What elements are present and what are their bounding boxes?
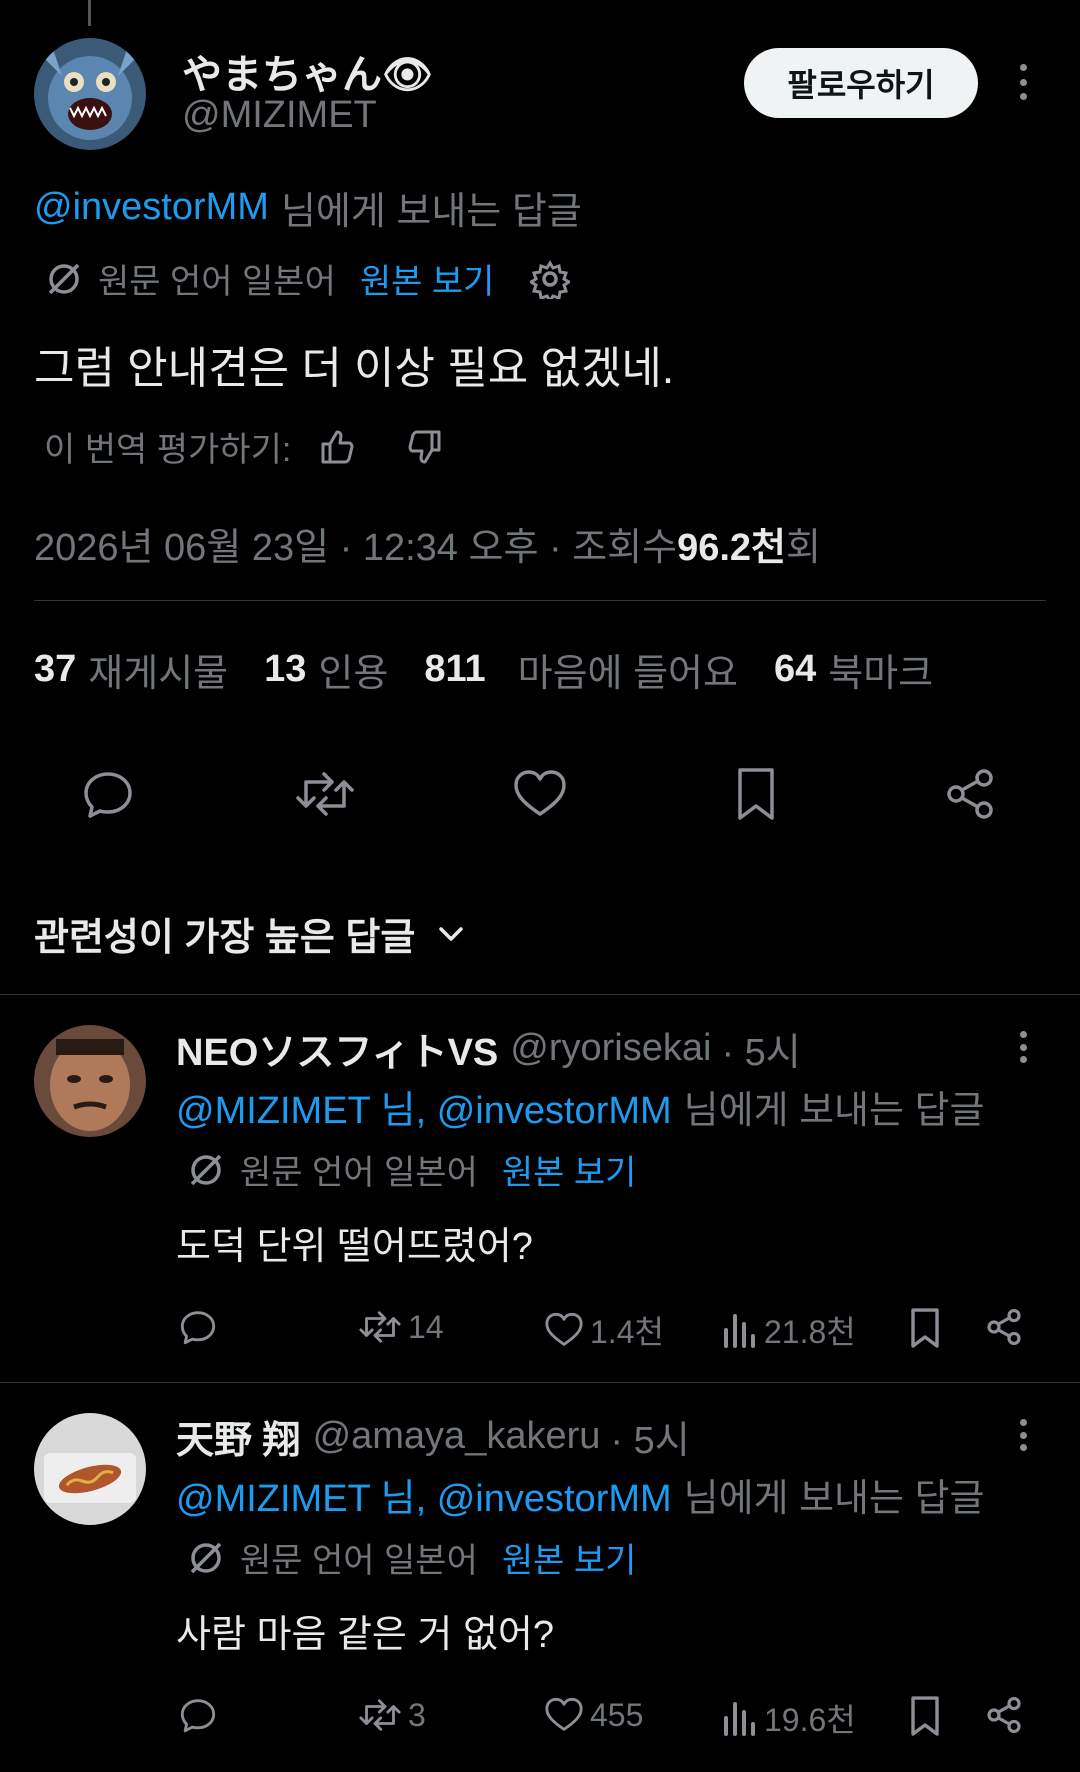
share-icon[interactable] (984, 1695, 1024, 1735)
bookmark-icon[interactable] (908, 1695, 942, 1737)
reply-text: 사람 마음 같은 거 없어? (176, 1614, 555, 1656)
views-icon (722, 1310, 758, 1350)
reply-to-suffix: 님에게 보내는 답글 (280, 191, 582, 233)
reply-author-name[interactable]: NEOソスフィトVS (176, 1021, 498, 1076)
reply-author-name[interactable]: 天野 翔 (176, 1409, 301, 1464)
reply-avatar[interactable] (34, 1025, 146, 1137)
reply-to-suffix: 님에게 보내는 답글 (683, 1090, 985, 1132)
repost-icon (358, 1695, 402, 1735)
reply-to-handles[interactable]: @MIZIMET 님, @investorMM (176, 1467, 672, 1522)
like-button[interactable]: 455 (544, 1695, 643, 1735)
like-icon[interactable] (512, 766, 568, 822)
gear-icon[interactable] (530, 259, 571, 299)
like-icon (544, 1310, 584, 1350)
show-original-link[interactable]: 원본 보기 (502, 1533, 637, 1582)
reply-item[interactable]: 天野 翔 @amaya_kakeru · 5시 @MIZIMET 님, @inv… (0, 1383, 1080, 1772)
translate-icon (44, 259, 84, 299)
like-count: 1.4천 (590, 1314, 664, 1350)
repost-icon[interactable] (294, 766, 356, 822)
reply-to-suffix: 님에게 보내는 답글 (683, 1478, 985, 1520)
repost-count: 3 (408, 1696, 426, 1733)
reply-header: 天野 翔 @amaya_kakeru · 5시 (176, 1409, 690, 1464)
reply-avatar[interactable] (34, 1413, 146, 1525)
translation-line: 원문 언어 일본어 원본 보기 (44, 254, 571, 303)
follow-button-label: 팔로우하기 (787, 67, 935, 103)
thumbs-down-icon[interactable] (405, 426, 447, 468)
repost-button[interactable]: 3 (358, 1695, 426, 1735)
rate-translation-label: 이 번역 평가하기: (44, 431, 292, 469)
reply-button[interactable] (178, 1307, 218, 1347)
bookmark-icon[interactable] (734, 766, 778, 822)
repost-button[interactable]: 14 (358, 1307, 444, 1347)
reply-to-handle[interactable]: @investorMM (34, 186, 269, 229)
bookmarks-label[interactable]: 북마크 (828, 642, 933, 697)
sort-label: 관련성이 가장 높은 답글 (34, 917, 416, 959)
reply-time[interactable]: · 5시 (610, 1409, 689, 1464)
repost-count: 14 (408, 1308, 444, 1345)
timestamp-text: 2026년 06월 23일 · 12:34 오후 · 조회수 (34, 527, 678, 569)
likes-count[interactable]: 811 (424, 648, 485, 691)
reply-item[interactable]: NEOソスフィトVS @ryorisekai · 5시 @MIZIMET 님, … (0, 995, 1080, 1381)
reply-to-line: @MIZIMET 님, @investorMM 님에게 보내는 답글 (176, 1079, 984, 1134)
views-count: 19.6천 (764, 1702, 856, 1738)
share-icon[interactable] (984, 1307, 1024, 1347)
views-icon (722, 1698, 758, 1738)
reply-icon[interactable] (80, 766, 136, 822)
rate-translation-row: 이 번역 평가하기: (44, 422, 447, 471)
reply-author-handle[interactable]: @amaya_kakeru (313, 1415, 601, 1458)
author-handle[interactable]: @MIZIMET (182, 94, 377, 137)
follow-button[interactable]: 팔로우하기 (744, 48, 978, 118)
repost-icon (358, 1307, 402, 1347)
bookmarks-count[interactable]: 64 (774, 648, 816, 691)
top-edge-mark (88, 0, 91, 26)
divider (34, 600, 1046, 601)
translation-line: 원문 언어 일본어 원본 보기 (186, 1145, 636, 1194)
reply-author-handle[interactable]: @ryorisekai (510, 1027, 711, 1070)
views-button[interactable]: 21.8천 (722, 1307, 856, 1353)
reply-button[interactable] (178, 1695, 218, 1735)
like-button[interactable]: 1.4천 (544, 1307, 664, 1353)
likes-label[interactable]: 마음에 들어요 (518, 642, 738, 697)
post-stats: 37 재게시물 13 인용 811 마음에 들어요 64 북마크 (34, 642, 933, 697)
views-count: 21.8천 (764, 1314, 856, 1350)
reply-to-handles[interactable]: @MIZIMET 님, @investorMM (176, 1079, 672, 1134)
thumbs-up-icon[interactable] (315, 426, 357, 468)
more-options-icon[interactable] (1016, 1031, 1030, 1063)
post-timestamp: 2026년 06월 23일 · 12:34 오후 · 조회수 96.2천 회 (34, 516, 821, 571)
views-button[interactable]: 19.6천 (722, 1695, 856, 1741)
reply-to-line: @investorMM 님에게 보내는 답글 (34, 180, 582, 235)
reply-icon (178, 1695, 218, 1735)
reply-to-line: @MIZIMET 님, @investorMM 님에게 보내는 답글 (176, 1467, 984, 1522)
like-icon (544, 1695, 584, 1735)
translate-icon (186, 1538, 226, 1578)
sort-replies-dropdown[interactable]: 관련성이 가장 높은 답글 (34, 906, 467, 961)
post-text: 그럼 안내견은 더 이상 필요 없겠네. (34, 344, 675, 393)
translation-label: 원문 언어 일본어 (98, 263, 336, 301)
reply-time[interactable]: · 5시 (721, 1021, 800, 1076)
more-options-icon[interactable] (1016, 1419, 1030, 1451)
translation-line: 원문 언어 일본어 원본 보기 (186, 1533, 636, 1582)
views-suffix: 회 (785, 527, 821, 569)
bookmark-icon[interactable] (908, 1307, 942, 1349)
translation-label: 원문 언어 일본어 (240, 1154, 478, 1192)
show-original-link[interactable]: 원본 보기 (502, 1145, 637, 1194)
share-icon[interactable] (942, 766, 998, 822)
translate-icon (186, 1150, 226, 1190)
author-avatar[interactable] (34, 38, 146, 150)
reply-header: NEOソスフィトVS @ryorisekai · 5시 (176, 1021, 801, 1076)
more-options-icon[interactable] (1016, 64, 1030, 100)
reply-text: 도덕 단위 떨어뜨렸어? (176, 1226, 533, 1268)
views-value: 96.2천 (677, 527, 786, 569)
quotes-count[interactable]: 13 (264, 648, 306, 691)
like-count: 455 (590, 1696, 644, 1733)
reposts-label[interactable]: 재게시물 (88, 642, 228, 697)
translation-label: 원문 언어 일본어 (240, 1542, 478, 1580)
reposts-count[interactable]: 37 (34, 648, 76, 691)
show-original-link[interactable]: 원본 보기 (360, 254, 495, 303)
reply-icon (178, 1307, 218, 1347)
author-name[interactable]: やまちゃん👁 (182, 42, 433, 100)
quotes-label[interactable]: 인용 (318, 642, 388, 697)
chevron-down-icon (435, 918, 467, 950)
